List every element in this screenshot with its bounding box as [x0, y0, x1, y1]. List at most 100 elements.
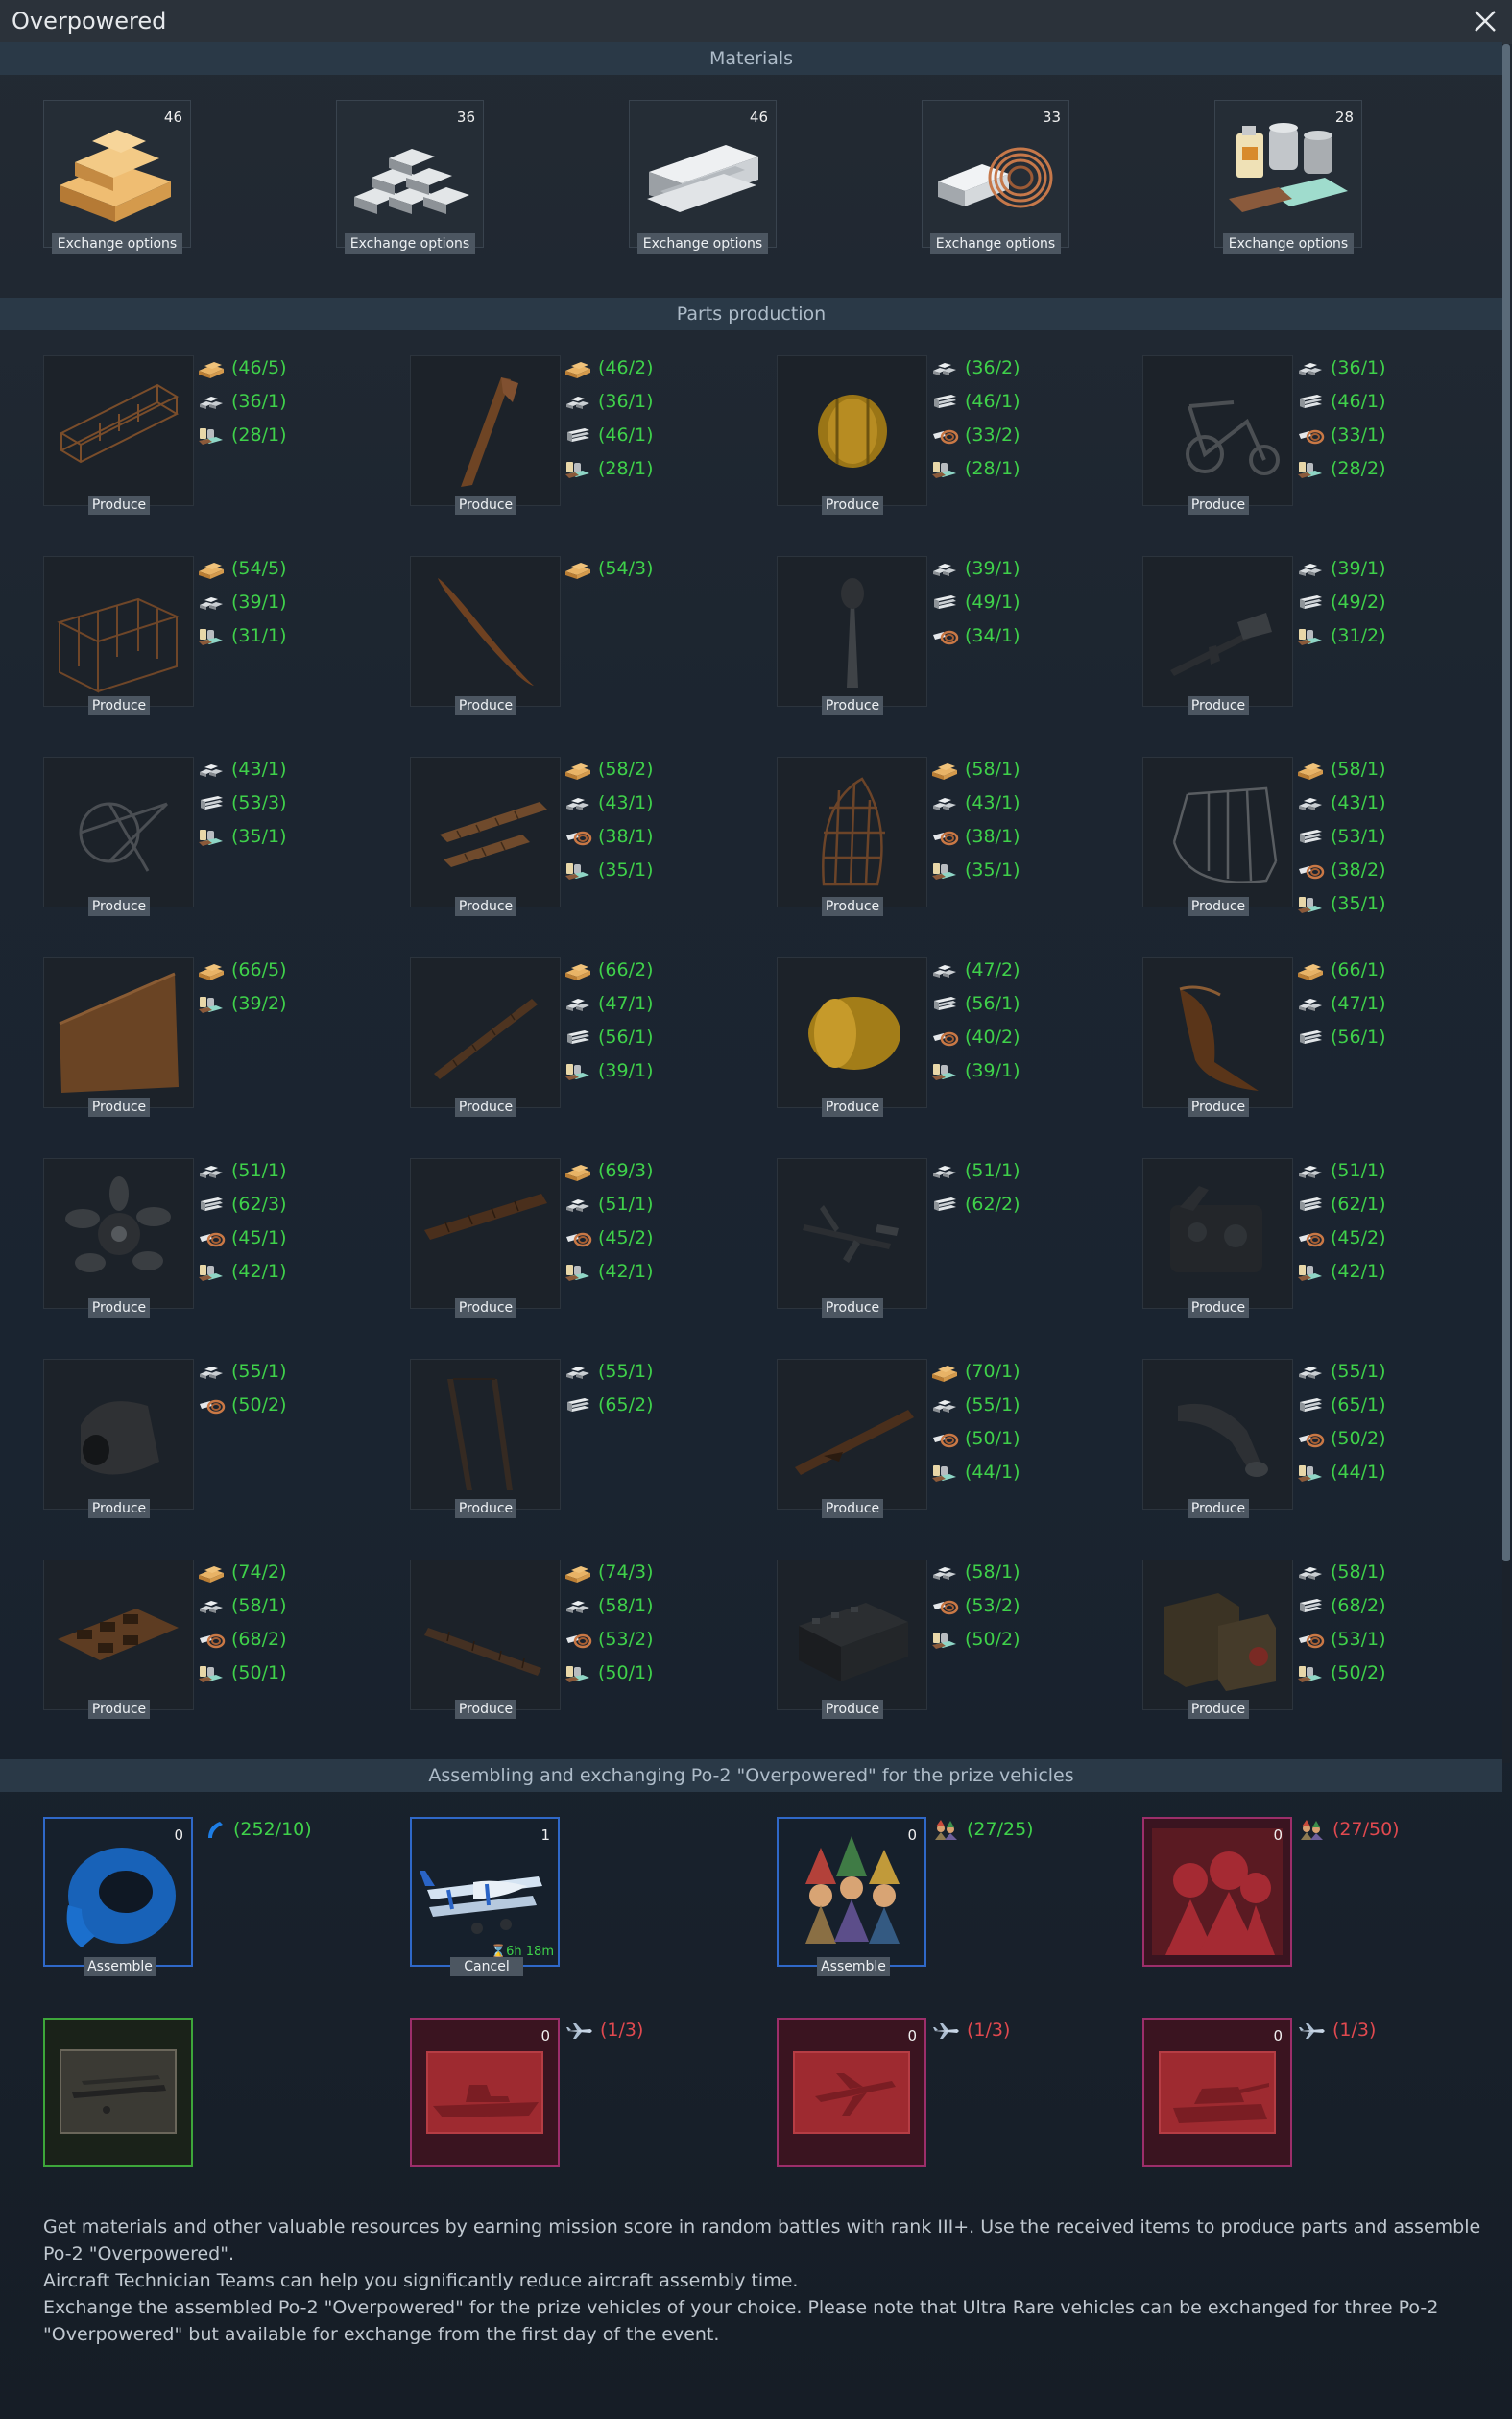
assembly-slot-tape[interactable]: 0 Assemble: [43, 1817, 193, 1976]
produce-button[interactable]: Produce: [822, 496, 883, 515]
exchange-options-button[interactable]: Exchange options: [1223, 233, 1354, 254]
exchange-options-button[interactable]: Exchange options: [930, 233, 1061, 254]
requirement-row: (38/2): [1296, 854, 1386, 887]
material-steel-beams[interactable]: 46 Exchange options: [629, 100, 777, 254]
part-slot[interactable]: Produce: [410, 757, 561, 916]
material-iron-ingots[interactable]: 36 Exchange options: [336, 100, 484, 254]
part-slot[interactable]: Produce: [777, 556, 927, 715]
close-icon[interactable]: [1472, 8, 1499, 35]
item-count: 0: [1273, 1826, 1283, 1844]
part-requirements: (47/2) (56/1) (40/2) (39/1): [930, 954, 1020, 1088]
requirement-row: (65/1): [1296, 1389, 1386, 1422]
exchange-options-button[interactable]: Exchange options: [52, 233, 182, 254]
part-slot[interactable]: Produce: [777, 1359, 927, 1518]
assemble-button[interactable]: Assemble: [817, 1957, 890, 1976]
produce-button[interactable]: Produce: [1188, 897, 1249, 916]
produce-button[interactable]: Produce: [822, 1700, 883, 1719]
requirement-row: (58/1): [1296, 753, 1386, 786]
part-slot[interactable]: Produce: [43, 957, 194, 1117]
requirement-row: (36/1): [197, 385, 287, 419]
produce-button[interactable]: Produce: [455, 496, 516, 515]
assembly-slot-gnomes[interactable]: 0 Assemble: [777, 1817, 926, 1976]
produce-button[interactable]: Produce: [1188, 1700, 1249, 1719]
part-slot[interactable]: Produce: [1142, 355, 1293, 515]
part-slot[interactable]: Produce: [1142, 556, 1293, 715]
part-slot[interactable]: Produce: [1142, 1560, 1293, 1719]
material-aluminum-copper-wire[interactable]: 33 Exchange options: [922, 100, 1069, 254]
part-slot[interactable]: Produce: [777, 1158, 927, 1318]
scrollbar-thumb[interactable]: [1502, 44, 1510, 1561]
assembly-slot-prize-ship[interactable]: 0: [410, 2018, 560, 2167]
produce-button[interactable]: Produce: [455, 1499, 516, 1518]
produce-button[interactable]: Produce: [455, 1700, 516, 1719]
part-slot[interactable]: Produce: [777, 957, 927, 1117]
produce-button[interactable]: Produce: [822, 696, 883, 715]
requirement-count: (28/1): [965, 458, 1020, 479]
assembly-slot-prize-plane[interactable]: [43, 2018, 193, 2167]
part-slot[interactable]: Produce: [1142, 757, 1293, 916]
part-requirements: (58/1) (43/1) (38/1) (35/1): [930, 753, 1020, 887]
part-slot[interactable]: Produce: [777, 1560, 927, 1719]
part-slot[interactable]: Produce: [43, 1560, 194, 1719]
cancel-button[interactable]: Cancel: [450, 1957, 523, 1976]
part-slot[interactable]: Produce: [43, 1359, 194, 1518]
part-slot[interactable]: Produce: [410, 957, 561, 1117]
produce-button[interactable]: Produce: [455, 1298, 516, 1318]
produce-button[interactable]: Produce: [1188, 496, 1249, 515]
part-slot[interactable]: Produce: [410, 1359, 561, 1518]
assembly-slot-plane[interactable]: 1 ⌛6h 18m Cancel: [410, 1817, 560, 1976]
part-slot[interactable]: Produce: [43, 556, 194, 715]
part-slot[interactable]: Produce: [410, 1560, 561, 1719]
produce-button[interactable]: Produce: [88, 496, 150, 515]
produce-button[interactable]: Produce: [88, 1499, 150, 1518]
produce-button[interactable]: Produce: [88, 696, 150, 715]
produce-button[interactable]: Produce: [455, 1098, 516, 1117]
produce-button[interactable]: Produce: [1188, 1298, 1249, 1318]
iron-icon: [1296, 792, 1325, 815]
material-count: 28: [1334, 109, 1354, 126]
part-slot[interactable]: Produce: [777, 757, 927, 916]
part-slot[interactable]: Produce: [43, 757, 194, 916]
part-requirements: (54/5) (39/1) (31/1): [197, 552, 287, 653]
requirement-count: (42/1): [1331, 1261, 1386, 1282]
produce-button[interactable]: Produce: [88, 897, 150, 916]
produce-button[interactable]: Produce: [1188, 696, 1249, 715]
requirement-count: (49/2): [1331, 592, 1386, 613]
produce-button[interactable]: Produce: [88, 1298, 150, 1318]
part-slot[interactable]: Produce: [410, 355, 561, 515]
produce-button[interactable]: Produce: [822, 897, 883, 916]
iron-icon: [930, 558, 959, 581]
produce-button[interactable]: Produce: [1188, 1499, 1249, 1518]
assembly-slot-prize-tank[interactable]: 0: [1142, 2018, 1292, 2167]
event-description: Get materials and other valuable resourc…: [43, 2213, 1483, 2348]
produce-button[interactable]: Produce: [822, 1298, 883, 1318]
produce-button[interactable]: Produce: [88, 1098, 150, 1117]
material-wood[interactable]: 46 Exchange options: [43, 100, 191, 254]
part-slot[interactable]: Produce: [777, 355, 927, 515]
part-slot[interactable]: Produce: [43, 1158, 194, 1318]
produce-button[interactable]: Produce: [822, 1499, 883, 1518]
part-slot[interactable]: Produce: [410, 556, 561, 715]
assemble-button[interactable]: Assemble: [84, 1957, 156, 1976]
assembly-slot-prize-jet[interactable]: 0: [777, 2018, 926, 2167]
exchange-options-button[interactable]: Exchange options: [637, 233, 768, 254]
part-slot[interactable]: Produce: [1142, 1158, 1293, 1318]
part-slot[interactable]: Produce: [43, 355, 194, 515]
exchange-options-button[interactable]: Exchange options: [345, 233, 475, 254]
part-slot[interactable]: Produce: [410, 1158, 561, 1318]
paint-icon: [197, 826, 226, 849]
medkit-bag-icon: [1151, 1568, 1284, 1702]
requirement-row: (28/1): [930, 452, 1020, 486]
material-paints-glass[interactable]: 28 Exchange options: [1214, 100, 1362, 254]
produce-button[interactable]: Produce: [88, 1700, 150, 1719]
part-slot[interactable]: Produce: [1142, 957, 1293, 1117]
produce-button[interactable]: Produce: [455, 897, 516, 916]
produce-button[interactable]: Produce: [1188, 1098, 1249, 1117]
material-count: 46: [749, 109, 768, 126]
item-count: 1: [540, 1826, 550, 1844]
part-requirements: (66/1) (47/1) (56/1): [1296, 954, 1386, 1054]
part-slot[interactable]: Produce: [1142, 1359, 1293, 1518]
produce-button[interactable]: Produce: [822, 1098, 883, 1117]
produce-button[interactable]: Produce: [455, 696, 516, 715]
assembly-slot-team-red[interactable]: 0: [1142, 1817, 1292, 1967]
